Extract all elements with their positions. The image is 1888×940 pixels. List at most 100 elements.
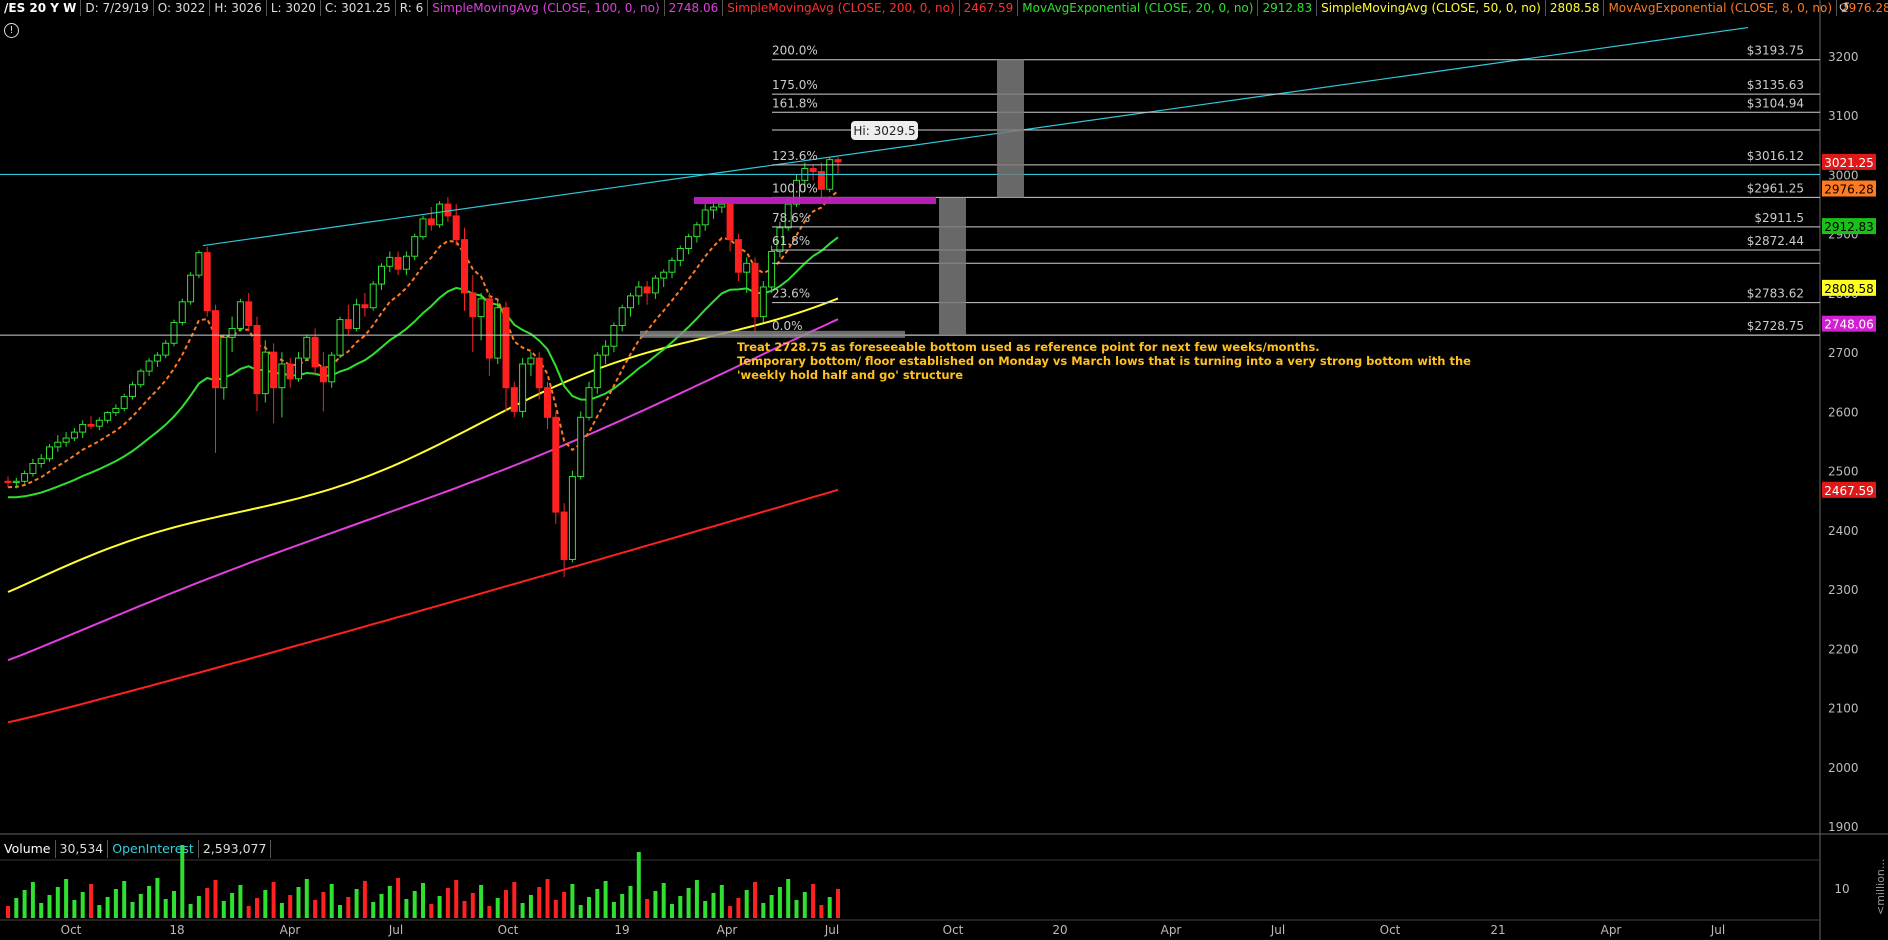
open-label: O: 3022: [154, 0, 211, 16]
candle-body: [710, 206, 717, 211]
volume-value: 30,534: [56, 840, 109, 858]
volume-bar: [553, 900, 558, 918]
fib-price-label: $3016.12: [1747, 149, 1804, 163]
price-tick-label: 2600: [1828, 405, 1859, 419]
price-tick-label: 2100: [1828, 702, 1859, 716]
volume-bar: [744, 890, 749, 918]
candle-body: [336, 319, 344, 356]
time-tick-label: Jul: [1710, 923, 1725, 937]
study-sma200-label[interactable]: SimpleMovingAvg (CLOSE, 200, 0, no): [723, 0, 960, 16]
fib-level-label: 161.8%: [772, 96, 818, 110]
fib-price-label: $3193.75: [1747, 44, 1804, 58]
candle-body: [751, 262, 759, 318]
candle-body: [743, 262, 751, 273]
volume-bar: [487, 906, 492, 918]
candle-body: [70, 431, 78, 439]
volume-bar: [528, 895, 533, 918]
candle-body: [535, 357, 543, 389]
candle-body: [95, 419, 103, 427]
candle-body: [87, 423, 95, 427]
candle-body: [21, 473, 29, 482]
study-ema8-label[interactable]: MovAvgExponential (CLOSE, 8, 0, no): [1604, 0, 1837, 16]
symbol-label[interactable]: /ES 20 Y W: [0, 0, 82, 16]
candle-body: [29, 463, 37, 475]
volume-bar: [620, 894, 625, 918]
volume-bar: [653, 891, 658, 918]
volume-header: Volume 30,534 OpenInterest 2,593,077: [0, 840, 272, 858]
study-sma100-label[interactable]: SimpleMovingAvg (CLOSE, 100, 0, no): [428, 0, 665, 16]
candle-body: [577, 416, 585, 478]
candle-body: [261, 351, 269, 395]
moving-average-line: [7, 297, 839, 593]
candle-body: [162, 342, 170, 356]
candle-body: [519, 363, 527, 412]
chart-menu-icon[interactable]: ↺: [1838, 0, 1850, 16]
volume-bar: [188, 904, 193, 918]
study-sma50-label[interactable]: SimpleMovingAvg (CLOSE, 50, 0, no): [1317, 0, 1546, 16]
candle-body: [104, 412, 112, 421]
candle-body: [112, 407, 120, 414]
candle-body: [726, 203, 734, 241]
volume-bar: [271, 882, 276, 918]
candle-body: [552, 416, 560, 513]
volume-bar: [753, 882, 757, 918]
candle-body: [452, 215, 460, 241]
price-chart[interactable]: 3200310030002900280027002600250024002300…: [0, 0, 1888, 940]
volume-bar: [595, 889, 600, 918]
price-tag-text: 2748.06: [1824, 318, 1874, 332]
volume-bar: [387, 886, 392, 918]
moving-average-line: [7, 236, 839, 499]
volume-bar: [661, 883, 666, 918]
candle-body: [668, 259, 676, 273]
volume-bar: [362, 881, 367, 918]
volume-bar: [80, 892, 85, 918]
study-ema20-label[interactable]: MovAvgExponential (CLOSE, 20, 0, no): [1018, 0, 1259, 16]
trend-line: [202, 26, 1749, 247]
volume-bar: [429, 904, 434, 918]
candle-body: [120, 396, 128, 409]
volume-bar: [769, 895, 774, 918]
candle-body: [402, 255, 410, 270]
fib-level-label: 78.6%: [772, 211, 810, 225]
candle-body: [585, 387, 593, 418]
volume-bar: [155, 878, 160, 918]
price-tick-label: 3100: [1828, 109, 1859, 123]
volume-bar: [470, 893, 475, 918]
candle-body: [759, 286, 767, 318]
candle-body: [369, 283, 377, 309]
candle-body: [502, 307, 510, 389]
candle-body: [510, 387, 518, 412]
volume-bar: [288, 895, 293, 918]
volume-bar: [819, 905, 824, 918]
candle-body: [170, 322, 178, 344]
time-tick-label: Jul: [824, 923, 839, 937]
candle-body: [361, 304, 369, 309]
candle-body: [153, 354, 161, 362]
volume-bar: [628, 886, 633, 918]
volume-bar: [603, 881, 608, 918]
volume-bar: [213, 880, 218, 918]
volume-bar: [313, 900, 318, 918]
candle-body: [295, 357, 302, 380]
volume-bar: [354, 889, 359, 918]
candle-body: [477, 298, 485, 318]
candle-body: [137, 370, 145, 386]
study-sma200-value: 2467.59: [960, 0, 1019, 16]
time-tick-label: 21: [1490, 923, 1505, 937]
fib-price-label: $2961.25: [1747, 181, 1804, 195]
candle-body: [344, 319, 352, 329]
volume-bar: [172, 891, 176, 918]
volume-bar: [645, 899, 650, 918]
candle-body: [560, 511, 568, 560]
open-interest-label[interactable]: OpenInterest: [108, 840, 199, 858]
time-tick-label: 19: [614, 923, 629, 937]
fib-price-label: $3104.94: [1747, 96, 1804, 110]
time-tick-label: Jul: [1270, 923, 1285, 937]
alert-icon[interactable]: !: [4, 23, 19, 38]
volume-label[interactable]: Volume: [0, 840, 56, 858]
candle-body: [427, 218, 435, 226]
volume-bar: [122, 881, 127, 918]
time-tick-label: Oct: [61, 923, 82, 937]
time-tick-label: Apr: [1161, 923, 1182, 937]
volume-bar: [97, 905, 102, 918]
